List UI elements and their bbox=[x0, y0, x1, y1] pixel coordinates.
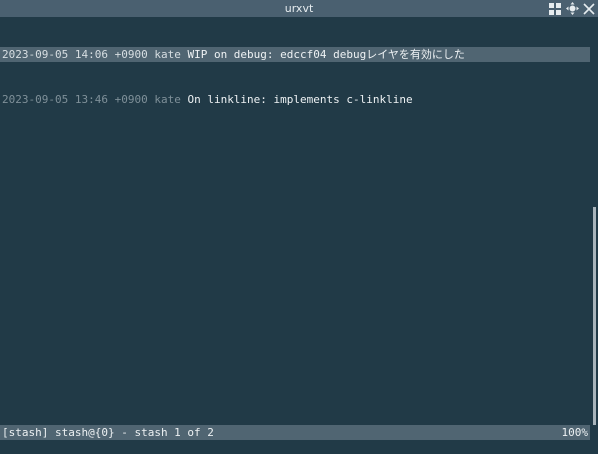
terminal-content[interactable]: 2023-09-05 14:06 +0900 kate WIP on debug… bbox=[0, 17, 590, 425]
status-text: [stash] stash@{0} - stash 1 of 2 bbox=[2, 426, 214, 439]
stash-subject: WIP on debug: edccf04 debugレイヤを有効にした bbox=[187, 48, 465, 61]
scrollbar-thumb[interactable] bbox=[593, 207, 596, 425]
window-title: urxvt bbox=[284, 2, 314, 15]
tile-icon[interactable] bbox=[548, 2, 562, 16]
stash-date: 2023-09-05 14:06 +0900 bbox=[2, 48, 148, 61]
scrollbar[interactable] bbox=[590, 17, 598, 425]
stash-date: 2023-09-05 13:46 +0900 bbox=[2, 93, 148, 106]
stash-list-item[interactable]: 2023-09-05 13:46 +0900 kate On linkline:… bbox=[0, 92, 590, 107]
stash-subject: On linkline: implements c-linkline bbox=[187, 93, 413, 106]
scroll-percent: 100% bbox=[561, 426, 589, 439]
stash-author: kate bbox=[154, 48, 181, 61]
stash-list-item[interactable]: 2023-09-05 14:06 +0900 kate WIP on debug… bbox=[0, 47, 590, 62]
close-icon[interactable] bbox=[582, 2, 596, 16]
title-bar[interactable]: urxvt bbox=[0, 0, 598, 17]
stash-author: kate bbox=[154, 93, 181, 106]
window-controls bbox=[548, 0, 596, 17]
move-icon[interactable] bbox=[565, 2, 579, 16]
status-bar: [stash] stash@{0} - stash 1 of 2 100% bbox=[0, 425, 590, 440]
terminal-window: urxvt 2023-09-05 14:06 +0900 kate WIP on… bbox=[0, 0, 598, 454]
